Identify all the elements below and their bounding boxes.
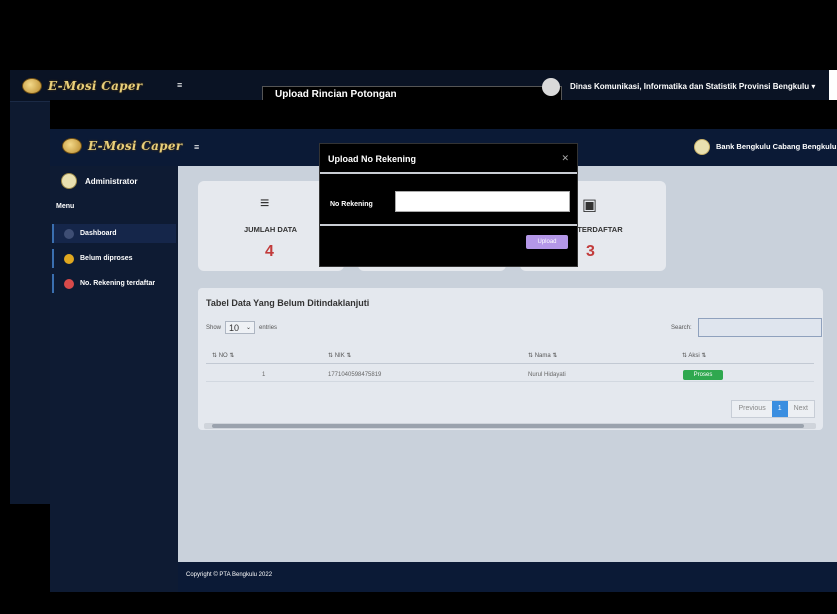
pagination-page-1[interactable]: 1 [771, 401, 788, 417]
horizontal-scrollbar[interactable] [204, 423, 816, 429]
close-icon[interactable]: ✕ [561, 153, 569, 164]
logo-emblem-icon [62, 138, 82, 154]
background-logo-text: E-Mosi Caper [48, 79, 143, 93]
background-avatar[interactable] [542, 78, 560, 96]
col-header-no[interactable]: ⇅ NO ⇅ [212, 352, 234, 359]
card-value: 3 [586, 243, 595, 260]
no-rekening-label: No Rekening [330, 201, 373, 208]
footer: Copyright © PTA Bengkulu 2022 [178, 562, 837, 592]
pagination-previous[interactable]: Previous [732, 401, 771, 417]
sidebar-user[interactable]: Administrator [61, 173, 137, 189]
menu-heading: Menu [56, 203, 75, 210]
scrollbar-thumb[interactable] [212, 424, 804, 428]
modal-title: Upload No Rekening [328, 154, 417, 164]
app-logo[interactable]: E-Mosi Caper [62, 138, 182, 154]
background-logo[interactable]: E-Mosi Caper [22, 78, 142, 94]
user-avatar[interactable] [694, 139, 710, 155]
pagination: Previous 1 Next [731, 400, 815, 418]
modal-divider [320, 172, 577, 174]
background-user-name[interactable]: Dinas Komunikasi, Informatika dan Statis… [570, 82, 815, 91]
logo-emblem-icon [22, 78, 42, 94]
registered-icon [64, 278, 74, 289]
data-table-panel: Tabel Data Yang Belum Ditindaklanjuti Sh… [198, 288, 823, 430]
upload-no-rekening-modal: Upload No Rekening ✕ No Rekening Upload [319, 143, 578, 267]
table-title: Tabel Data Yang Belum Ditindaklanjuti [206, 298, 370, 308]
sidebar-item-label: No. Rekening terdaftar [80, 280, 156, 287]
sidebar-item-no-rekening-terdaftar[interactable]: No. Rekening terdaftar [52, 274, 176, 293]
proses-button[interactable]: Proses [683, 370, 723, 380]
show-label: Show [206, 324, 222, 331]
col-header-label: Aksi [688, 353, 700, 359]
col-header-label: Nama [534, 353, 551, 359]
col-header-label: NO [218, 353, 228, 359]
col-header-aksi[interactable]: ⇅ Aksi ⇅ [682, 352, 706, 359]
logo-text: E-Mosi Caper [88, 139, 183, 153]
cell-no: 1 [262, 372, 266, 378]
background-user-name-text: Dinas Komunikasi, Informatika dan Statis… [570, 82, 810, 91]
pending-icon [64, 253, 74, 264]
user-name: Bank Bengkulu Cabang Bengkulu [716, 142, 837, 151]
card-value: 4 [265, 243, 274, 260]
no-rekening-input[interactable] [395, 191, 570, 212]
sidebar-item-label: Dashboard [80, 230, 117, 237]
col-header-nama[interactable]: ⇅ Nama ⇅ [528, 352, 557, 359]
table-header-row: ⇅ NO ⇅ ⇅ NIK ⇅ ⇅ Nama ⇅ ⇅ Aksi ⇅ [206, 350, 814, 364]
entries-control: Show 10 ⌄ entries [206, 321, 277, 334]
entries-label: entries [259, 324, 278, 331]
pagination-next[interactable]: Next [788, 401, 814, 417]
caret-down-icon: ▾ [811, 82, 816, 91]
card-label: JUMLAH DATA [244, 225, 298, 234]
col-header-label: NIK [334, 353, 345, 359]
table-row: 1 1771040598475819 Nurul Hidayati Proses [206, 368, 814, 382]
window-top-bar [50, 100, 837, 129]
cell-nama: Nurul Hidayati [528, 372, 566, 378]
background-hamburger-icon[interactable]: ≡ [177, 80, 182, 90]
list-icon: ≡ [260, 195, 270, 212]
sidebar-item-belum-diproses[interactable]: Belum diproses [52, 249, 176, 268]
admin-name: Administrator [85, 176, 138, 186]
sidebar: Administrator Menu Dashboard Belum dipro… [50, 166, 178, 592]
background-modal-title: Upload Rincian Potongan [275, 89, 397, 100]
user-menu[interactable]: Bank Bengkulu Cabang Bengkulu ▾ [716, 142, 837, 151]
sidebar-item-label: Belum diproses [80, 255, 133, 262]
col-header-nik[interactable]: ⇅ NIK ⇅ [328, 352, 351, 359]
modal-divider [320, 224, 577, 226]
cell-nik: 1771040598475819 [328, 372, 382, 378]
footer-copyright: Copyright © PTA Bengkulu 2022 [186, 572, 273, 578]
search-control: Search: [671, 318, 822, 337]
chevron-down-icon: ⌄ [245, 325, 252, 331]
search-label: Search: [671, 324, 692, 331]
document-check-icon: ▣ [582, 197, 598, 214]
dashboard-icon [64, 228, 74, 239]
background-header: E-Mosi Caper ≡ Upload Rincian Potongan D… [10, 70, 837, 104]
hamburger-menu-icon[interactable]: ≡ [194, 142, 199, 152]
background-edge [829, 70, 837, 102]
search-input[interactable] [697, 318, 822, 337]
entries-value: 10 [229, 322, 240, 333]
sidebar-item-dashboard[interactable]: Dashboard [52, 224, 176, 243]
entries-select[interactable]: 10 ⌄ [225, 321, 256, 334]
upload-button[interactable]: Upload [526, 235, 568, 249]
admin-avatar [61, 173, 77, 189]
